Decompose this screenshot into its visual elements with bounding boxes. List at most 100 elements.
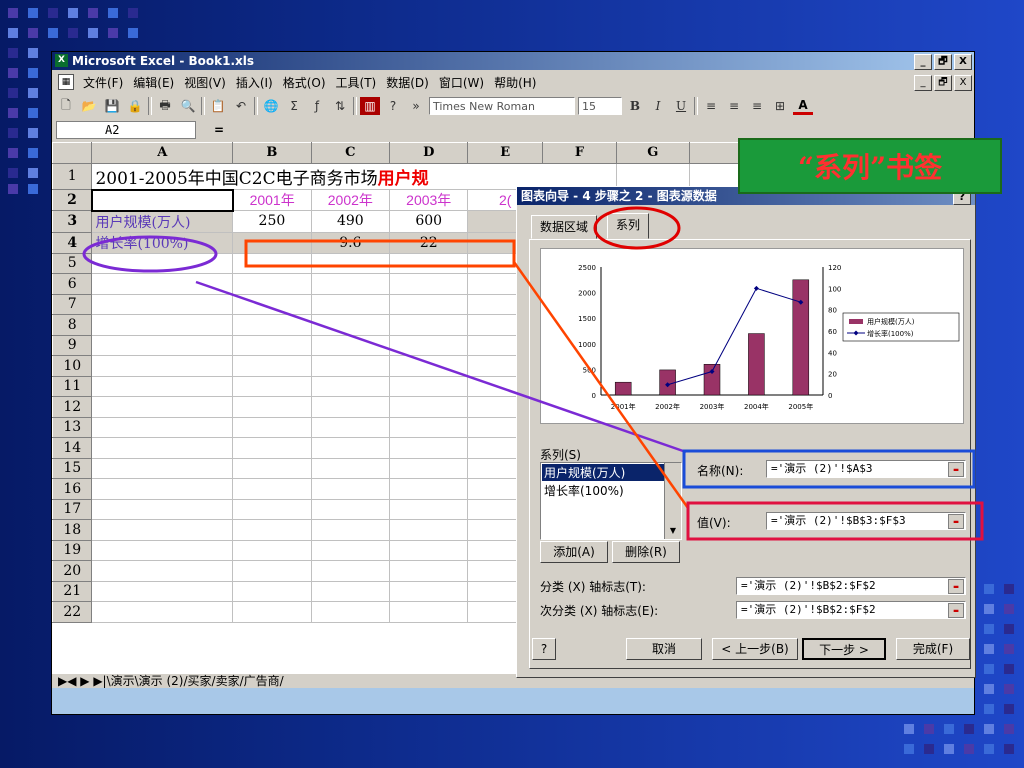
active-cell[interactable] <box>90 188 234 212</box>
grid-cell[interactable] <box>232 273 312 295</box>
collapse-dialog-icon[interactable]: ▬ <box>948 603 964 618</box>
menu-file[interactable]: 文件(F) <box>78 74 128 91</box>
grid-cell[interactable] <box>232 498 312 520</box>
grid-cell[interactable] <box>389 334 469 356</box>
add-series-button[interactable]: 添加(A) <box>540 541 608 563</box>
grid-cell[interactable] <box>389 396 469 418</box>
grid-cell[interactable] <box>310 560 391 582</box>
grid-cell[interactable] <box>389 437 469 459</box>
row-header[interactable]: 10 <box>51 355 93 377</box>
column-header[interactable]: E <box>467 142 543 164</box>
column-header[interactable]: C <box>310 142 391 164</box>
series-item[interactable]: 增长率(100%) <box>541 482 681 499</box>
column-header[interactable]: G <box>615 142 690 164</box>
grid-cell[interactable] <box>91 396 234 418</box>
grid-cell[interactable] <box>91 293 234 315</box>
grid-cell[interactable] <box>91 478 234 500</box>
row-header[interactable]: 8 <box>51 314 93 336</box>
grid-cell[interactable] <box>310 580 391 602</box>
undo-icon[interactable]: ↶ <box>231 97 251 115</box>
scroll-down-icon[interactable]: ▼ <box>665 523 681 539</box>
grid-cell[interactable] <box>91 601 234 623</box>
grid-cell[interactable] <box>232 457 312 479</box>
grid-cell[interactable] <box>232 375 312 397</box>
menu-data[interactable]: 数据(D) <box>381 74 434 91</box>
grid-cell[interactable] <box>310 601 391 623</box>
value-ref-field[interactable]: ='演示 (2)'!$B$3:$F$3 ▬ <box>766 512 966 530</box>
row-header[interactable]: 21 <box>51 580 93 602</box>
permission-icon[interactable]: 🔒 <box>125 97 145 115</box>
collapse-dialog-icon[interactable]: ▬ <box>948 579 964 594</box>
grid-cell[interactable] <box>389 539 469 561</box>
grid-cell[interactable] <box>91 334 234 356</box>
next-button[interactable]: 下一步 > <box>802 638 886 660</box>
sort-icon[interactable]: ⇅ <box>330 97 350 115</box>
row-header[interactable]: 12 <box>51 396 93 418</box>
row-header[interactable]: 17 <box>51 498 93 520</box>
grid-cell[interactable] <box>232 519 312 541</box>
grid-cell[interactable] <box>232 355 312 377</box>
grid-cell[interactable] <box>310 334 391 356</box>
collapse-dialog-icon[interactable]: ▬ <box>948 514 964 529</box>
grid-cell[interactable] <box>389 293 469 315</box>
value-cell[interactable]: 250 <box>232 210 312 233</box>
grid-cell[interactable] <box>232 252 312 274</box>
year-cell[interactable]: 2003年 <box>389 189 469 211</box>
open-icon[interactable]: 📂 <box>79 97 99 115</box>
grid-cell[interactable] <box>310 478 391 500</box>
grid-cell[interactable] <box>310 519 391 541</box>
grid-cell[interactable] <box>310 252 391 274</box>
grid-cell[interactable] <box>232 416 312 438</box>
grid-cell[interactable] <box>310 457 391 479</box>
grid-cell[interactable] <box>389 519 469 541</box>
menu-insert[interactable]: 插入(I) <box>231 74 278 91</box>
office-assistant-button[interactable]: ? <box>532 638 556 660</box>
grid-cell[interactable] <box>91 457 234 479</box>
italic-button[interactable]: I <box>648 97 668 115</box>
grid-cell[interactable] <box>91 519 234 541</box>
grid-cell[interactable] <box>91 355 234 377</box>
grid-cell[interactable] <box>389 273 469 295</box>
subcategory-ref-field[interactable]: ='演示 (2)'!$B$2:$F$2 ▬ <box>736 601 966 619</box>
close-button[interactable]: X <box>954 54 972 70</box>
row-header[interactable]: 18 <box>51 519 93 541</box>
grid-cell[interactable] <box>389 560 469 582</box>
column-header[interactable]: A <box>91 142 234 164</box>
row-header[interactable]: 5 <box>51 252 93 274</box>
grid-cell[interactable] <box>389 478 469 500</box>
grid-cell[interactable] <box>310 355 391 377</box>
grid-cell[interactable] <box>232 396 312 418</box>
grid-cell[interactable] <box>389 252 469 274</box>
year-cell[interactable]: 2001年 <box>232 189 312 211</box>
tab-series[interactable]: 系列 <box>607 213 650 239</box>
menu-edit[interactable]: 编辑(E) <box>128 74 179 91</box>
menu-view[interactable]: 视图(V) <box>179 74 231 91</box>
toolbar-more-icon[interactable]: » <box>406 97 426 115</box>
row-header[interactable]: 11 <box>51 375 93 397</box>
merge-center-icon[interactable]: ⊞ <box>770 97 790 115</box>
help-icon[interactable]: ? <box>383 97 403 115</box>
grid-cell[interactable] <box>91 498 234 520</box>
grid-cell[interactable] <box>91 560 234 582</box>
align-right-icon[interactable]: ≡ <box>747 97 767 115</box>
grid-cell[interactable] <box>389 601 469 623</box>
print-icon[interactable]: 🖶 <box>155 97 175 115</box>
row-header[interactable]: 7 <box>51 293 93 315</box>
function-icon[interactable]: ƒ <box>307 97 327 115</box>
tab-data-range[interactable]: 数据区域 <box>531 215 598 239</box>
grid-cell[interactable] <box>389 375 469 397</box>
grid-cell[interactable] <box>91 580 234 602</box>
grid-cell[interactable] <box>310 416 391 438</box>
row-header[interactable]: 4 <box>51 231 93 254</box>
value-cell[interactable]: 600 <box>389 210 469 233</box>
year-cell[interactable]: 2002年 <box>310 189 391 211</box>
font-size-select[interactable]: 15 <box>578 97 622 115</box>
row-label-cell[interactable]: 增长率(100%) <box>91 231 234 254</box>
grid-cell[interactable] <box>310 396 391 418</box>
row-header[interactable]: 2 <box>51 189 93 211</box>
row-header[interactable]: 9 <box>51 334 93 356</box>
grid-cell[interactable] <box>232 601 312 623</box>
row-header[interactable]: 16 <box>51 478 93 500</box>
row-header[interactable]: 1 <box>51 162 93 190</box>
series-item-selected[interactable]: 用户规模(万人) <box>542 464 680 481</box>
